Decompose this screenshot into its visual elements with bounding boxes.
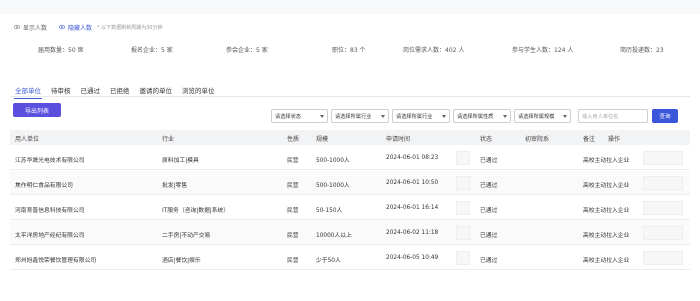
row-placeholder: [456, 176, 470, 190]
row-nature: 民营: [287, 208, 299, 214]
col-status: 状态: [480, 136, 493, 143]
row-status: 已通过: [480, 158, 498, 164]
top-strip: [0, 0, 700, 14]
row-industry: 酒店|餐饮|娱乐: [162, 258, 201, 264]
row-apply-time: 2024-06-01 08:23: [386, 155, 439, 161]
row-apply-time: 2024-06-01 16:14: [386, 205, 439, 211]
col-company: 用人单位: [15, 136, 40, 143]
nature-select[interactable]: 请选择所属性质: [453, 109, 511, 123]
stat-booth-count: 届用数量：50 席: [38, 47, 84, 54]
table-row: 江苏华晟光电技术有限公司 原料加工|模具 民营 500-1000人 2024-0…: [10, 146, 690, 170]
company-search-input[interactable]: 输入用人单位名: [578, 109, 648, 123]
row-note: 高校主动拉入企业: [583, 208, 630, 214]
col-note: 备注: [583, 136, 596, 143]
row-nature: 民营: [287, 158, 299, 164]
scale-select[interactable]: 请选择所属规模: [514, 109, 571, 123]
status-select[interactable]: 请选择状态: [271, 109, 328, 123]
col-apply-time: 申请时间: [386, 136, 411, 143]
row-company: 江苏华晟光电技术有限公司: [15, 158, 85, 164]
chevron-down-icon: [563, 114, 567, 118]
chevron-down-icon: [442, 114, 446, 118]
col-industry: 行业: [162, 136, 175, 143]
stats-row: 届用数量：50 席 报名企业：5 家 参会企业：5 家 职位：83 个 岗位需求…: [0, 45, 700, 55]
table-header: 用人单位 行业 性质 规模 申请时间 状态 初审院系 备注 操作: [10, 130, 690, 145]
row-status: 已通过: [480, 258, 498, 264]
row-industry: 批发|零售: [162, 183, 188, 189]
row-status: 已通过: [480, 183, 498, 189]
show-count-toggle[interactable]: 显示人数: [14, 23, 47, 32]
count-toggle-row: 显示人数 隐藏人数 * 以下数据刷新周期为30分钟: [14, 22, 162, 32]
row-apply-time: 2024-06-02 11:18: [386, 230, 439, 236]
row-actions-placeholder: [643, 226, 683, 240]
row-company: 焦作明仁食品有限公司: [15, 183, 73, 189]
row-scale: 50-150人: [316, 208, 343, 214]
row-placeholder: [456, 151, 470, 165]
row-scale: 10000人以上: [316, 233, 352, 239]
row-status: 已通过: [480, 233, 498, 239]
row-scale: 少于50人: [316, 258, 341, 264]
row-note: 高校主动拉入企业: [583, 158, 630, 164]
row-actions-placeholder: [643, 201, 683, 215]
eye-off-icon: [59, 24, 66, 30]
refresh-note: * 以下数据刷新周期为30分钟: [97, 24, 163, 31]
row-placeholder: [456, 226, 470, 240]
row-nature: 民营: [287, 233, 299, 239]
col-scale: 规模: [316, 136, 329, 143]
tab-divider: [10, 96, 690, 97]
row-industry: 二手房|不动产交易: [162, 233, 211, 239]
stat-resumes: 简历投递数：23: [620, 47, 664, 54]
row-apply-time: 2024-06-05 10:49: [386, 255, 439, 261]
row-placeholder: [456, 201, 470, 215]
row-actions-placeholder: [643, 251, 683, 265]
show-count-label: 显示人数: [23, 24, 48, 32]
stat-students: 参与学生人数：124 人: [512, 47, 574, 54]
row-note: 高校主动拉入企业: [583, 183, 630, 189]
row-nature: 民营: [287, 258, 299, 264]
col-reviewer: 初审院系: [525, 136, 550, 143]
row-note: 高校主动拉入企业: [583, 233, 630, 239]
eye-icon: [14, 24, 20, 30]
table-row: 河南育晋信息科技有限公司 IT服务（咨询|数据|系统） 民营 50-150人 2…: [10, 196, 690, 220]
query-button[interactable]: 查询: [652, 109, 678, 123]
industry-select[interactable]: 请选择所属行业: [331, 109, 389, 123]
col-actions: 操作: [608, 136, 621, 143]
chevron-down-icon: [320, 114, 324, 118]
row-actions-placeholder: [643, 151, 683, 165]
chevron-down-icon: [381, 114, 385, 118]
row-actions-placeholder: [643, 176, 683, 190]
row-company: 郑州旭鑫悦荣餐饮管理有限公司: [15, 258, 97, 264]
table-row: 焦作明仁食品有限公司 批发|零售 民营 500-1000人 2024-06-01…: [10, 171, 690, 195]
industry-select-2[interactable]: 请选择所属行业: [392, 109, 450, 123]
row-nature: 民营: [287, 183, 299, 189]
row-apply-time: 2024-06-01 10:50: [386, 180, 439, 186]
row-industry: IT服务（咨询|数据|系统）: [162, 208, 230, 214]
hide-count-toggle[interactable]: 隐藏人数 * 以下数据刷新周期为30分钟: [59, 23, 162, 32]
row-status: 已通过: [480, 208, 498, 214]
row-company: 河南育晋信息科技有限公司: [15, 208, 85, 214]
table-row: 太平洋房地产经纪有限公司 二手房|不动产交易 民营 10000人以上 2024-…: [10, 221, 690, 245]
chevron-down-icon: [503, 114, 507, 118]
row-company: 太平洋房地产经纪有限公司: [15, 233, 85, 239]
row-scale: 500-1000人: [316, 183, 350, 189]
stat-demand: 岗位需求人数：402 人: [403, 47, 465, 54]
stat-registered-companies: 报名企业：5 家: [131, 47, 173, 54]
export-list-button[interactable]: 导出列表: [13, 103, 61, 117]
row-placeholder: [456, 251, 470, 265]
table-row: 郑州旭鑫悦荣餐饮管理有限公司 酒店|餐饮|娱乐 民营 少于50人 2024-06…: [10, 246, 690, 270]
filter-bar: 请选择状态 请选择所属行业 请选择所属行业 请选择所属性质 请选择所属规模: [271, 109, 571, 123]
stat-attending-companies: 参会企业：5 家: [226, 47, 268, 54]
col-nature: 性质: [287, 136, 300, 143]
hide-count-label: 隐藏人数: [68, 24, 93, 32]
row-scale: 500-1000人: [316, 158, 350, 164]
row-note: 高校主动拉入企业: [583, 258, 630, 264]
row-industry: 原料加工|模具: [162, 158, 199, 164]
stat-positions: 职位：83 个: [332, 47, 366, 54]
